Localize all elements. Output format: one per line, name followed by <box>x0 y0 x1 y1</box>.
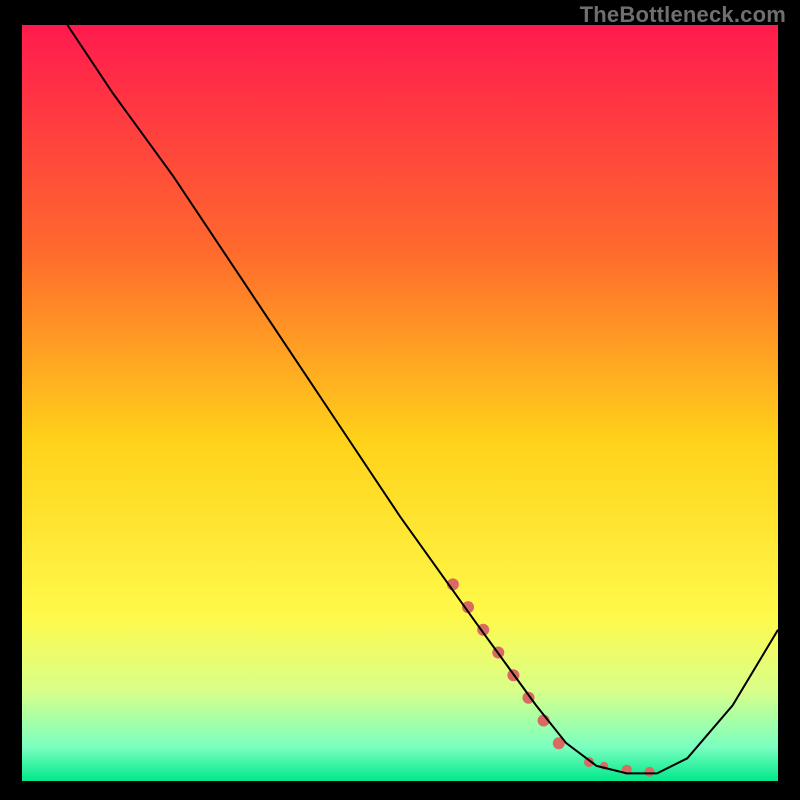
chart-marker-dot <box>645 767 655 777</box>
chart-svg <box>22 25 778 781</box>
chart-plot-area <box>22 25 778 781</box>
chart-background-gradient <box>22 25 778 781</box>
watermark-text: TheBottleneck.com <box>580 2 786 28</box>
